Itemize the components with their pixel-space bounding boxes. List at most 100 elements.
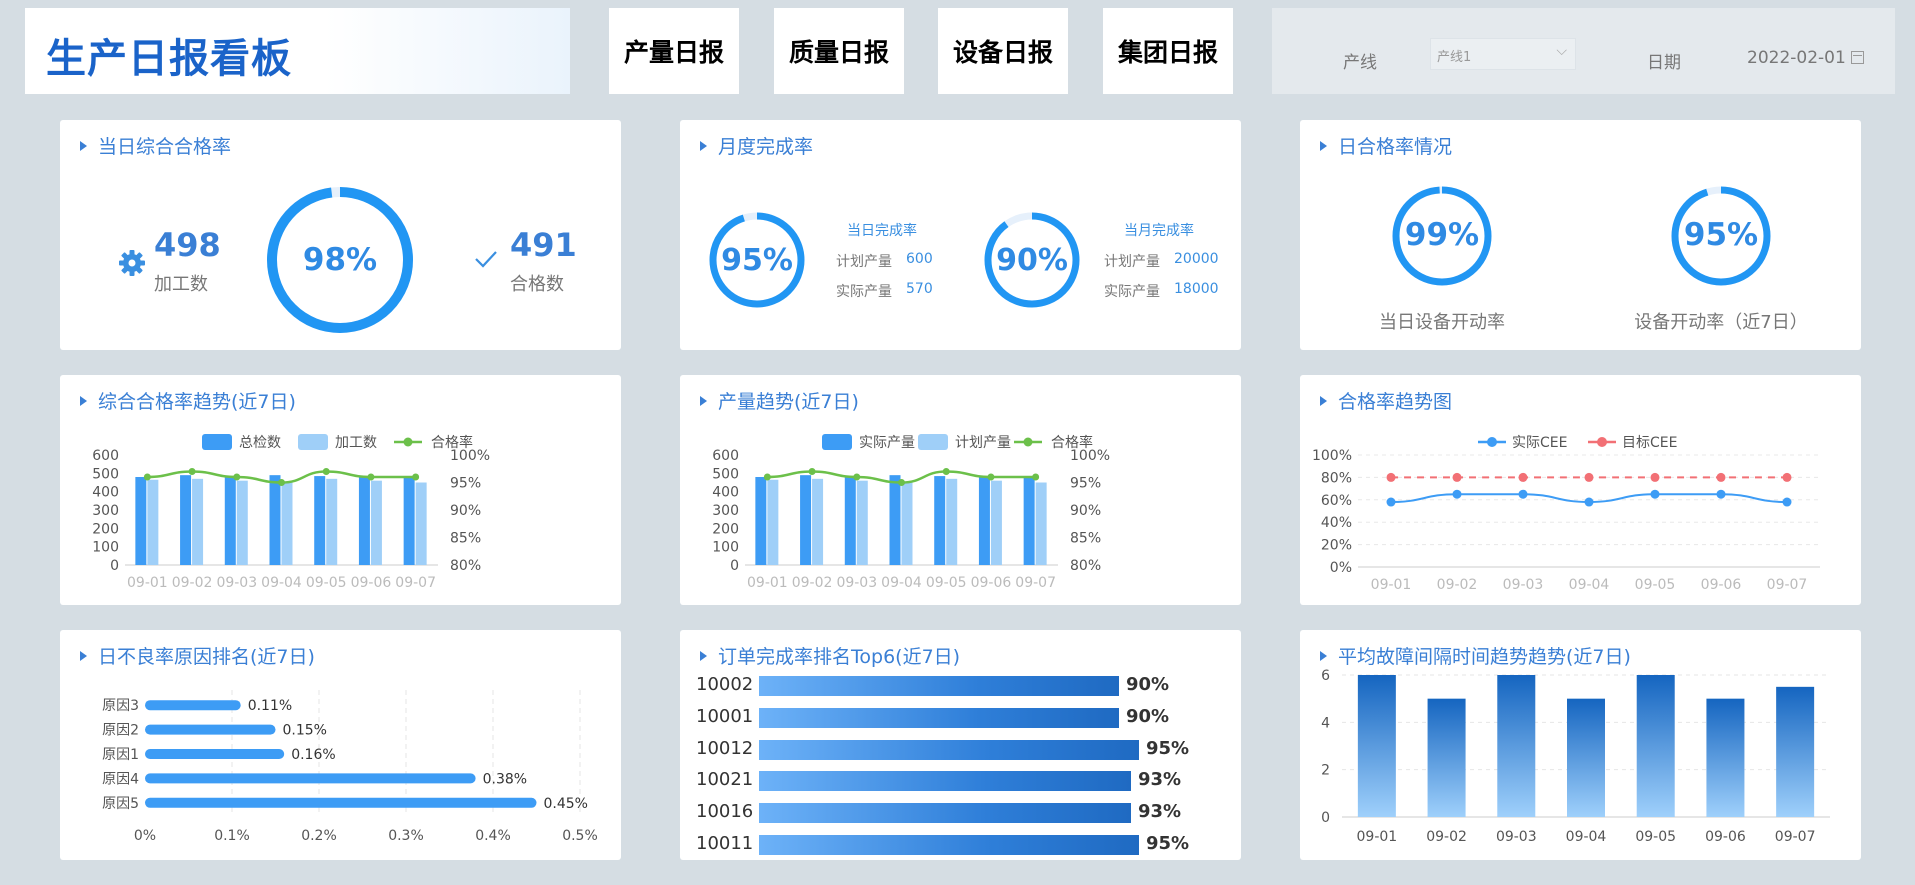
line-point <box>942 468 950 475</box>
x-tick-label: 09-02 <box>792 575 833 591</box>
bar <box>326 478 338 565</box>
card-title: 月度完成率 <box>700 132 813 159</box>
x-tick-label: 09-05 <box>1635 577 1676 593</box>
bar <box>1035 482 1047 565</box>
cee-trend-chart: 0% 20% 40% 60% 80% 100% 09-01 09-02 09-03 09-04 09… <box>1312 435 1820 593</box>
bar <box>269 475 281 565</box>
tab-output-report[interactable]: 产量日报 <box>609 8 739 94</box>
order-id-label: 10001 <box>696 705 754 727</box>
line-point <box>143 473 151 481</box>
card-cee-trend: 合格率趋势图 0% 20% 40% 60% 80% 100% 09-01 09-02 09-03… <box>1300 375 1861 605</box>
y2-tick-label: 85% <box>1070 531 1101 547</box>
x-tick-label: 09-06 <box>971 575 1012 591</box>
daily-pass-rate: 98% <box>302 242 378 278</box>
bar-label: 0.45% <box>544 796 588 812</box>
equipment-day-rate: 99% <box>1404 217 1480 253</box>
bar <box>759 739 1139 760</box>
line-point <box>1782 472 1792 482</box>
card-daily-equipment: 日合格率情况 99% 当日设备开动率 95% 设备开动率（近7日） <box>1300 120 1861 350</box>
bar <box>403 477 415 565</box>
tab-quality-report[interactable]: 质量日报 <box>774 8 904 94</box>
y2-tick-label: 90% <box>1070 503 1101 519</box>
y-tick-label: 原因2 <box>102 723 139 739</box>
line-point <box>808 468 816 475</box>
day-completion-rate: 95% <box>721 243 793 278</box>
order-id-label: 10002 <box>696 674 754 695</box>
bar <box>236 480 248 565</box>
date-value: 2022-02-01 <box>1747 48 1846 68</box>
legend-swatch <box>202 434 232 450</box>
tab-group-report[interactable]: 集团日报 <box>1103 8 1233 94</box>
month-plan-value: 20000 <box>1174 251 1219 267</box>
bar <box>759 707 1119 728</box>
y-tick-label: 60% <box>1321 493 1352 509</box>
y-tick-label: 600 <box>712 448 739 464</box>
line-point <box>1584 472 1594 482</box>
y-tick-label: 300 <box>92 503 119 519</box>
y-tick-label: 600 <box>92 448 119 464</box>
line-point <box>853 473 861 481</box>
x-tick-label: 09-07 <box>1775 829 1816 845</box>
line-select[interactable]: 产线1 ⌵ <box>1430 38 1576 70</box>
legend-label: 目标CEE <box>1622 435 1677 451</box>
y-tick-label: 100% <box>1312 448 1352 464</box>
tab-equipment-report[interactable]: 设备日报 <box>938 8 1068 94</box>
line-point <box>412 473 420 481</box>
y2-tick-label: 85% <box>450 531 481 547</box>
month-completion-rate: 90% <box>996 243 1068 278</box>
line-point <box>1782 497 1792 507</box>
processed-label: 加工数 <box>154 274 208 295</box>
x-tick-label: 09-02 <box>1426 829 1467 845</box>
x-tick-label: 09-05 <box>1635 829 1676 845</box>
x-tick-label: 09-05 <box>306 575 347 591</box>
card-title-text: 当日综合合格率 <box>98 136 232 158</box>
pass-trend-chart: 010020030040050060080%85%90%95%100%09-01… <box>92 434 490 591</box>
line-point <box>278 479 285 486</box>
chevron-down-icon: ⌵ <box>1556 43 1567 59</box>
equipment-week-label: 设备开动率（近7日） <box>1634 312 1808 333</box>
y-tick-label: 6 <box>1321 668 1330 684</box>
y-tick-label: 原因4 <box>102 771 139 787</box>
line-point <box>1452 472 1462 482</box>
bar <box>990 480 1002 565</box>
month-completion-label: 当月完成率 <box>1124 223 1194 239</box>
bar <box>1776 686 1815 817</box>
bar <box>180 475 192 565</box>
bar <box>755 477 767 565</box>
x-tick-label: 09-05 <box>926 575 967 591</box>
day-plan-label: 计划产量 <box>836 254 892 270</box>
order-id-label: 10021 <box>696 769 754 791</box>
y-tick-label: 4 <box>1321 715 1330 731</box>
x-tick-label: 09-04 <box>261 575 302 591</box>
bar <box>759 771 1131 792</box>
bar-label: 93% <box>1138 769 1182 791</box>
bar <box>370 480 382 565</box>
y-tick-label: 原因5 <box>102 796 139 812</box>
y-tick-label: 200 <box>712 521 739 537</box>
bar <box>759 803 1131 824</box>
line-point <box>1650 472 1660 482</box>
day-actual-value: 570 <box>906 281 933 297</box>
passed-label: 合格数 <box>510 274 564 295</box>
x-tick-label: 09-01 <box>747 575 788 591</box>
bar <box>145 724 276 735</box>
card-defect-rank: 日不良率原因排名(近7日) 0% 0.1% 0.2% 0.3% 0.4% 0.5% 原因3 0… <box>60 630 621 860</box>
bar <box>759 835 1139 855</box>
bar <box>946 478 958 565</box>
x-tick-label: 0.4% <box>475 828 511 844</box>
line-select-value: 产线1 <box>1437 50 1472 65</box>
card-daily-pass-rate: 当日综合合格率 498 加工数 98% 491 合格数 <box>60 120 621 350</box>
title-panel: 生产日报看板 <box>25 8 570 94</box>
y-tick-label: 300 <box>712 503 739 519</box>
legend-label: 计划产量 <box>955 435 1011 451</box>
line-point <box>1518 489 1528 499</box>
date-picker[interactable]: 2022-02-01 <box>1747 48 1864 68</box>
bar-label: 0.38% <box>483 771 527 787</box>
day-completion-label: 当日完成率 <box>847 223 917 239</box>
day-plan-value: 600 <box>906 251 933 267</box>
order-id-label: 10012 <box>696 737 754 759</box>
bar <box>224 477 236 565</box>
legend-swatch <box>403 437 413 447</box>
bar <box>1023 477 1035 565</box>
y-tick-label: 40% <box>1321 515 1352 531</box>
